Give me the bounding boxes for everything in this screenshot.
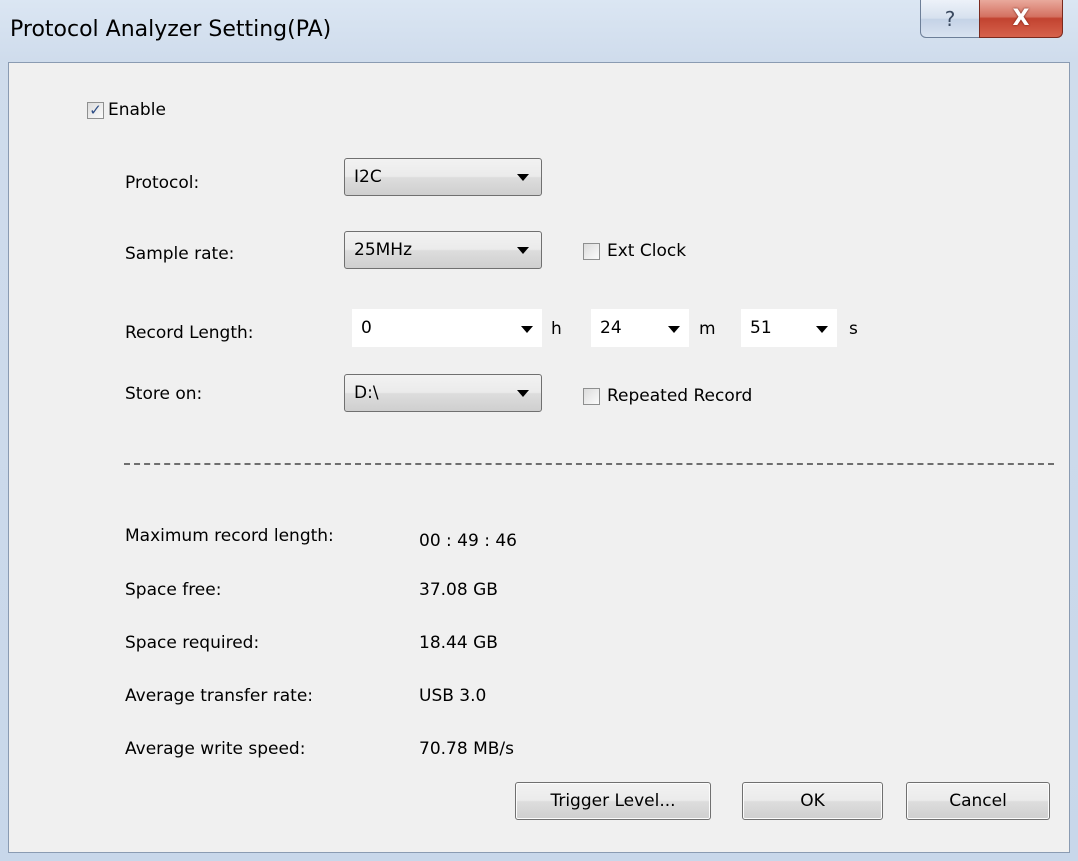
- avg-transfer-rate-value: USB 3.0: [419, 686, 487, 706]
- protocol-label: Protocol:: [125, 173, 200, 193]
- close-button[interactable]: X: [979, 0, 1063, 38]
- store-on-select[interactable]: D:\: [344, 374, 542, 412]
- title-bar[interactable]: Protocol Analyzer Setting(PA) ? X: [0, 0, 1078, 62]
- enable-label[interactable]: Enable: [108, 100, 166, 120]
- record-hours-combo[interactable]: 0: [352, 309, 542, 347]
- record-seconds-combo[interactable]: 51: [741, 309, 837, 347]
- cancel-button[interactable]: Cancel: [906, 782, 1050, 820]
- protocol-select-value: I2C: [354, 167, 382, 187]
- repeated-record-checkbox[interactable]: [583, 388, 600, 405]
- dropdown-arrow-icon[interactable]: [816, 326, 828, 333]
- ext-clock-label[interactable]: Ext Clock: [607, 241, 686, 261]
- minutes-unit-label: m: [699, 319, 716, 339]
- dialog-client-area: ✓ Enable Protocol: I2C Sample rate: 25MH…: [8, 62, 1070, 853]
- avg-write-speed-value: 70.78 MB/s: [419, 739, 514, 759]
- enable-checkbox[interactable]: ✓: [87, 102, 104, 119]
- help-button[interactable]: ?: [920, 0, 980, 38]
- dropdown-arrow-icon: [517, 247, 529, 254]
- max-record-length-value: 00 : 49 : 46: [419, 531, 517, 551]
- sample-rate-select[interactable]: 25MHz: [344, 231, 542, 269]
- protocol-select[interactable]: I2C: [344, 158, 542, 196]
- dropdown-arrow-icon[interactable]: [668, 326, 680, 333]
- dropdown-arrow-icon[interactable]: [521, 326, 533, 333]
- ext-clock-checkbox[interactable]: [583, 243, 600, 260]
- record-seconds-value[interactable]: 51: [750, 318, 772, 338]
- space-free-value: 37.08 GB: [419, 580, 498, 600]
- help-icon: ?: [944, 6, 956, 31]
- window-title: Protocol Analyzer Setting(PA): [10, 17, 332, 42]
- record-minutes-value[interactable]: 24: [600, 318, 622, 338]
- checkmark-icon: ✓: [89, 101, 102, 119]
- section-divider: [124, 463, 1054, 465]
- trigger-level-button[interactable]: Trigger Level...: [515, 782, 711, 820]
- sample-rate-label: Sample rate:: [125, 244, 235, 264]
- space-required-value: 18.44 GB: [419, 633, 498, 653]
- avg-transfer-rate-label: Average transfer rate:: [125, 686, 314, 706]
- seconds-unit-label: s: [849, 319, 858, 339]
- record-minutes-combo[interactable]: 24: [591, 309, 689, 347]
- record-hours-value[interactable]: 0: [361, 318, 372, 338]
- sample-rate-select-value: 25MHz: [354, 240, 413, 260]
- space-free-label: Space free:: [125, 580, 222, 600]
- repeated-record-label[interactable]: Repeated Record: [607, 386, 752, 406]
- ok-button[interactable]: OK: [742, 782, 883, 820]
- store-on-label: Store on:: [125, 384, 203, 404]
- close-icon: X: [1012, 6, 1030, 31]
- dropdown-arrow-icon: [517, 390, 529, 397]
- space-required-label: Space required:: [125, 633, 260, 653]
- store-on-select-value: D:\: [354, 383, 379, 403]
- hours-unit-label: h: [551, 319, 562, 339]
- record-length-label: Record Length:: [125, 323, 254, 343]
- max-record-length-label: Maximum record length:: [125, 526, 334, 546]
- dialog-window: Protocol Analyzer Setting(PA) ? X ✓ Enab…: [0, 0, 1078, 861]
- dropdown-arrow-icon: [517, 174, 529, 181]
- avg-write-speed-label: Average write speed:: [125, 739, 306, 759]
